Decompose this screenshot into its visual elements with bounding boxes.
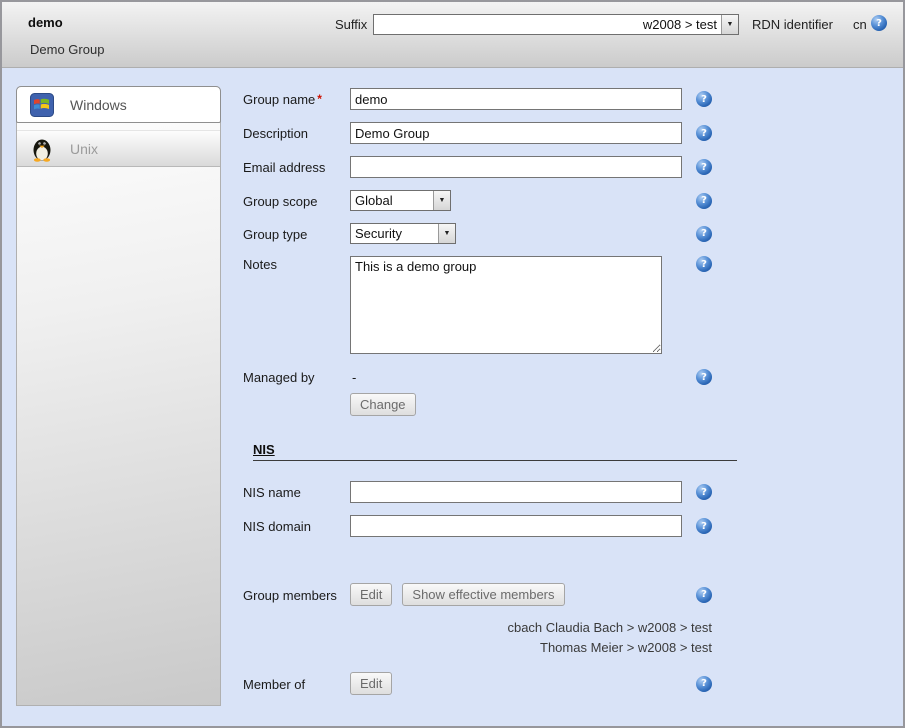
tab-windows-label: Windows [70, 97, 127, 113]
form-row-notes: Notes This is a demo group ? [243, 256, 903, 357]
nis-domain-input[interactable] [350, 515, 682, 537]
group-type-select[interactable]: Security ▼ [350, 223, 456, 244]
page-subtitle: Demo Group [30, 42, 104, 57]
form-row-group-members: Group members Edit Show effective member… [243, 583, 903, 606]
nis-domain-label: NIS domain [243, 518, 350, 534]
windows-logo-icon [30, 93, 54, 117]
tab-unix[interactable]: Unix [17, 130, 220, 167]
email-label: Email address [243, 159, 350, 175]
group-name-label: Group name* [243, 91, 350, 107]
member-of-help-icon[interactable]: ? [696, 676, 712, 692]
tux-penguin-icon [30, 136, 54, 162]
header: demo Demo Group Suffix w2008 > test ▼ RD… [2, 2, 903, 68]
form-row-member-of: Member of Edit ? [243, 672, 903, 695]
group-scope-select[interactable]: Global ▼ [350, 190, 451, 211]
rdn-identifier-value: cn [853, 17, 867, 32]
form-row-nis-domain: NIS domain ? [243, 515, 903, 537]
notes-label: Notes [243, 256, 350, 272]
group-members-edit-button[interactable]: Edit [350, 583, 392, 606]
main-area: Windows Unix [2, 68, 903, 707]
nis-name-help-icon[interactable]: ? [696, 484, 712, 500]
description-input[interactable] [350, 122, 682, 144]
sidebar: Windows Unix [16, 86, 221, 706]
required-marker: * [317, 92, 322, 106]
form-row-nis-name: NIS name ? [243, 481, 903, 503]
group-scope-select-value: Global [351, 191, 433, 210]
rdn-identifier-label: RDN identifier [752, 17, 833, 32]
form-content: Group name* ? Description ? Email addres… [221, 86, 903, 707]
member-of-label: Member of [243, 676, 350, 692]
rdn-help-icon[interactable]: ? [871, 15, 887, 31]
member-of-edit-button[interactable]: Edit [350, 672, 392, 695]
page-title: demo [28, 15, 63, 30]
group-name-input[interactable] [350, 88, 682, 110]
suffix-label: Suffix [335, 17, 367, 32]
form-row-email: Email address ? [243, 156, 903, 178]
description-help-icon[interactable]: ? [696, 125, 712, 141]
group-type-select-value: Security [351, 224, 438, 243]
nis-domain-help-icon[interactable]: ? [696, 518, 712, 534]
group-members-list: cbach Claudia Bach > w2008 > test Thomas… [243, 618, 712, 658]
nis-section-title: NIS [253, 442, 737, 461]
tab-windows[interactable]: Windows [16, 86, 221, 123]
managed-by-value: - [350, 369, 682, 393]
change-button[interactable]: Change [350, 393, 416, 416]
form-row-group-scope: Group scope Global ▼ ? [243, 190, 903, 211]
managed-by-help-icon[interactable]: ? [696, 369, 712, 385]
description-label: Description [243, 125, 350, 141]
suffix-select-value: w2008 > test [374, 15, 721, 34]
nis-name-label: NIS name [243, 484, 350, 500]
group-type-label: Group type [243, 226, 350, 242]
group-member-item: Thomas Meier > w2008 > test [243, 638, 712, 658]
chevron-down-icon[interactable]: ▼ [433, 191, 450, 210]
managed-by-label: Managed by [243, 369, 350, 385]
group-scope-help-icon[interactable]: ? [696, 193, 712, 209]
nis-name-input[interactable] [350, 481, 682, 503]
group-type-help-icon[interactable]: ? [696, 226, 712, 242]
email-input[interactable] [350, 156, 682, 178]
form-row-description: Description ? [243, 122, 903, 144]
notes-textarea[interactable]: This is a demo group [350, 256, 662, 354]
notes-help-icon[interactable]: ? [696, 256, 712, 272]
tab-unix-label: Unix [70, 141, 98, 157]
group-members-label: Group members [243, 587, 350, 603]
chevron-down-icon[interactable]: ▼ [721, 15, 738, 34]
form-row-group-type: Group type Security ▼ ? [243, 223, 903, 244]
group-edit-page: demo Demo Group Suffix w2008 > test ▼ RD… [0, 0, 905, 728]
show-effective-members-button[interactable]: Show effective members [402, 583, 564, 606]
spacer [243, 549, 903, 583]
group-name-help-icon[interactable]: ? [696, 91, 712, 107]
group-member-item: cbach Claudia Bach > w2008 > test [243, 618, 712, 638]
group-members-help-icon[interactable]: ? [696, 587, 712, 603]
form-row-managed-by: Managed by - Change ? [243, 369, 903, 416]
chevron-down-icon[interactable]: ▼ [438, 224, 455, 243]
form-row-group-name: Group name* ? [243, 88, 903, 110]
group-scope-label: Group scope [243, 193, 350, 209]
suffix-select[interactable]: w2008 > test ▼ [373, 14, 739, 35]
email-help-icon[interactable]: ? [696, 159, 712, 175]
